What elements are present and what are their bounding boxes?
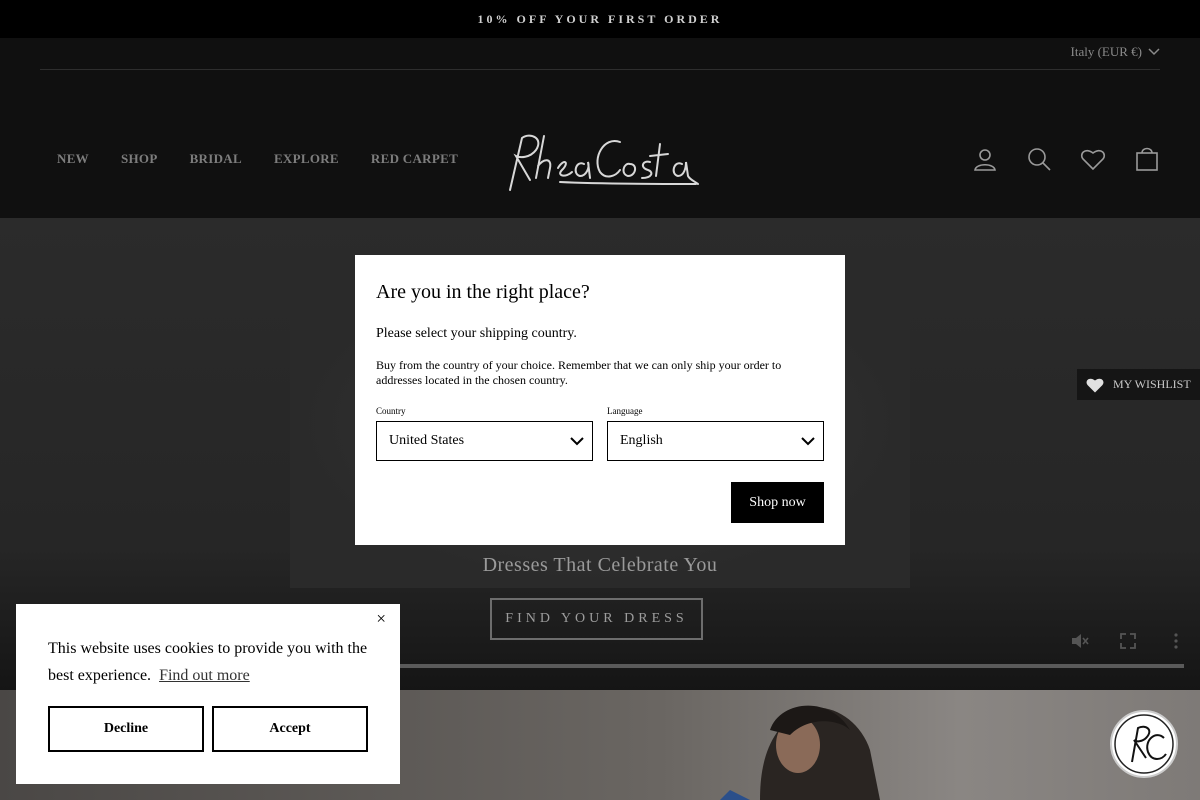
brand-logo[interactable]: [500, 128, 700, 198]
bag-icon[interactable]: [1134, 146, 1160, 172]
nav-item-explore[interactable]: EXPLORE: [274, 151, 339, 167]
nav-item-new[interactable]: NEW: [57, 151, 89, 167]
chevron-down-icon: [801, 436, 815, 445]
announcement-text: 10% OFF YOUR FIRST ORDER: [477, 11, 723, 26]
accept-button[interactable]: Accept: [212, 706, 368, 752]
country-value: United States: [389, 433, 465, 448]
chevron-down-icon: [570, 436, 584, 445]
modal-description: Buy from the country of your choice. Rem…: [376, 358, 782, 387]
main-nav: NEW SHOP BRIDAL EXPLORE RED CARPET: [57, 151, 458, 167]
modal-title: Are you in the right place?: [376, 281, 590, 303]
header-divider: [40, 69, 1160, 70]
user-icon[interactable]: [972, 146, 998, 172]
nav-item-shop[interactable]: SHOP: [121, 151, 158, 167]
country-select[interactable]: United States: [376, 421, 593, 461]
chevron-down-icon: [1148, 48, 1160, 56]
more-icon[interactable]: [1166, 631, 1186, 651]
cookie-banner: × This website uses cookies to provide y…: [16, 604, 400, 784]
heart-icon[interactable]: [1080, 146, 1106, 172]
brand-badge-icon[interactable]: [1110, 710, 1178, 778]
cookie-message: This website uses cookies to provide you…: [48, 635, 368, 689]
find-your-dress-button[interactable]: FIND YOUR DRESS: [490, 598, 703, 640]
video-progress-bar[interactable]: [400, 664, 1184, 668]
model-photo: [720, 705, 880, 800]
mute-icon[interactable]: [1070, 631, 1090, 651]
language-value: English: [620, 433, 663, 448]
locale-label: Italy (EUR €): [1070, 44, 1142, 59]
nav-item-bridal[interactable]: BRIDAL: [190, 151, 242, 167]
wishlist-tab[interactable]: MY WISHLIST: [1077, 369, 1200, 400]
country-label: Country: [376, 406, 406, 416]
site-header: Italy (EUR €) NEW SHOP BRIDAL EXPLORE RE…: [0, 38, 1200, 218]
modal-instruction: Please select your shipping country.: [376, 326, 577, 341]
fullscreen-icon[interactable]: [1118, 631, 1138, 651]
header-icons: [972, 146, 1160, 172]
nav-item-red-carpet[interactable]: RED CARPET: [371, 151, 458, 167]
find-out-more-link[interactable]: Find out more: [159, 667, 250, 684]
country-selector-modal: Are you in the right place? Please selec…: [355, 255, 845, 545]
search-icon[interactable]: [1026, 146, 1052, 172]
wishlist-label: MY WISHLIST: [1113, 377, 1191, 391]
locale-selector[interactable]: Italy (EUR €): [1071, 44, 1160, 60]
language-label: Language: [607, 406, 643, 416]
close-icon[interactable]: ×: [376, 609, 386, 629]
language-select[interactable]: English: [607, 421, 824, 461]
shop-now-button[interactable]: Shop now: [731, 482, 824, 523]
heart-filled-icon: [1086, 378, 1104, 392]
decline-button[interactable]: Decline: [48, 706, 204, 752]
announcement-bar: 10% OFF YOUR FIRST ORDER: [0, 0, 1200, 38]
hero-subtitle: Dresses That Celebrate You: [482, 554, 718, 576]
